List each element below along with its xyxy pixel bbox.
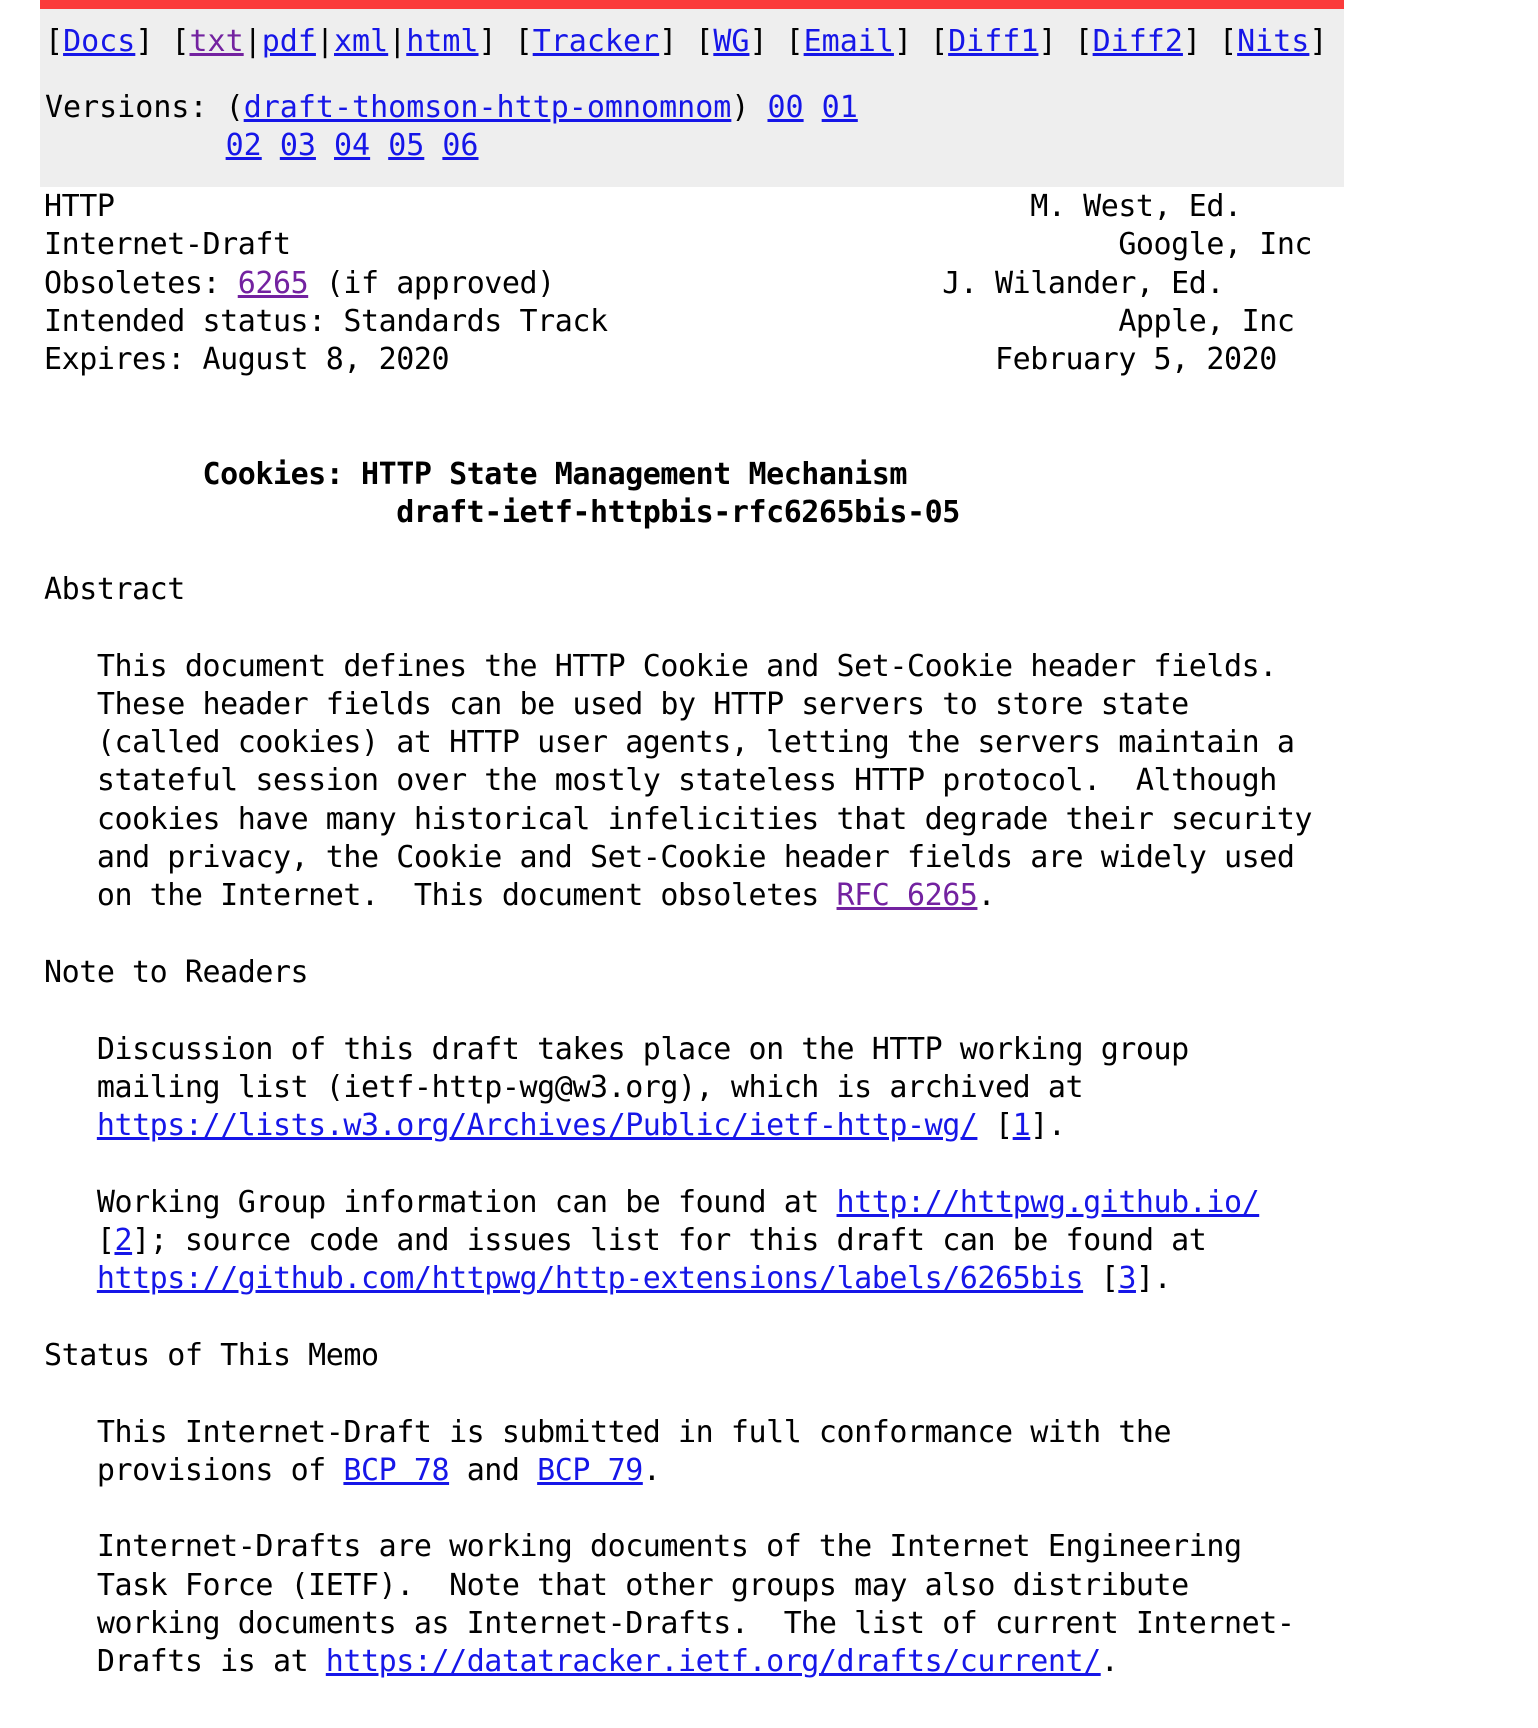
versions-label: Versions:	[45, 90, 208, 125]
format-toolbar: [Docs] [txt|pdf|xml|html] [Tracker] [WG]…	[40, 23, 1344, 61]
affiliation-1: Google, Inc	[1118, 227, 1313, 263]
note-to-readers-heading: Note to Readers	[44, 954, 309, 990]
tracker-link[interactable]: Tracker	[533, 24, 659, 59]
status-line: This Internet-Draft is submitted in full…	[96, 1414, 1172, 1450]
obsoletes-suffix: (if approved)	[308, 265, 555, 301]
rfc-6265-link[interactable]: RFC 6265	[837, 878, 978, 913]
author-2: J. Wilander, Ed.	[942, 265, 1225, 301]
header-row-1: HTTP M. West, Ed.	[44, 189, 1242, 224]
versions-row-2: 02 03 04 05 06	[40, 127, 1344, 165]
abstract-line: cookies have many historical infelicitie…	[96, 801, 1313, 837]
abstract-line: stateful session over the mostly statele…	[96, 763, 1277, 799]
bracket-open: [	[45, 24, 64, 59]
diff2-link[interactable]: Diff2	[1093, 24, 1183, 59]
ref-open: [	[977, 1108, 1013, 1144]
document-draft-name: draft-ietf-httpbis-rfc6265bis-05	[396, 495, 960, 531]
separator: |	[243, 24, 262, 59]
doc-type: Internet-Draft	[44, 227, 291, 263]
header-row-2: Internet-Draft Google, Inc	[44, 227, 1312, 262]
obsoletes-rfc-link[interactable]: 6265	[238, 266, 309, 301]
version-02-link[interactable]: 02	[226, 128, 262, 163]
separator: |	[388, 24, 407, 59]
abstract-line: and privacy, the Cookie and Set-Cookie h…	[96, 840, 1295, 876]
httpwg-github-link[interactable]: http://httpwg.github.io/	[837, 1185, 1260, 1220]
document-page: [Docs] [txt|pdf|xml|html] [Tracker] [WG]…	[0, 0, 1538, 1728]
separator: |	[315, 24, 334, 59]
bcp-78-link[interactable]: BCP 78	[343, 1453, 449, 1488]
base-draft-link[interactable]: draft-thomson-http-omnomnom	[244, 90, 732, 125]
status-line: provisions of	[96, 1452, 344, 1488]
html-link[interactable]: html	[406, 24, 478, 59]
version-00-link[interactable]: 00	[767, 90, 803, 125]
stream-name: HTTP	[44, 189, 115, 224]
github-issues-link[interactable]: https://github.com/httpwg/http-extension…	[97, 1261, 1084, 1296]
version-06-link[interactable]: 06	[442, 128, 478, 163]
nits-link[interactable]: Nits	[1237, 24, 1309, 59]
note-line: ]; source code and issues list for this …	[132, 1223, 1207, 1259]
affiliation-2: Apple, Inc	[1118, 303, 1295, 339]
header-row-5: Expires: August 8, 2020 February 5, 2020	[44, 342, 1277, 377]
reference-3-link[interactable]: 3	[1118, 1261, 1136, 1296]
email-link[interactable]: Email	[804, 24, 894, 59]
docs-link[interactable]: Docs	[63, 24, 135, 59]
reference-1-link[interactable]: 1	[1013, 1108, 1031, 1143]
txt-link[interactable]: txt	[190, 24, 244, 59]
bracket-close: ] [	[749, 24, 804, 59]
bracket-close: ] [	[1038, 24, 1093, 59]
reference-2-link[interactable]: 2	[114, 1223, 132, 1258]
datatracker-drafts-link[interactable]: https://datatracker.ietf.org/drafts/curr…	[326, 1644, 1101, 1679]
versions-row-1: Versions: (draft-thomson-http-omnomnom) …	[40, 89, 1344, 127]
version-04-link[interactable]: 04	[334, 128, 370, 163]
abstract-line: These header fields can be used by HTTP …	[96, 686, 1189, 722]
xml-link[interactable]: xml	[334, 24, 388, 59]
bracket-close: ] [	[135, 24, 190, 59]
intended-status: Intended status: Standards Track	[44, 303, 608, 339]
draft-date: February 5, 2020	[995, 342, 1277, 378]
expires: Expires: August 8, 2020	[44, 342, 450, 378]
paren-close: )	[731, 90, 750, 125]
status-line: Internet-Drafts are working documents of…	[96, 1529, 1242, 1565]
top-accent-bar	[40, 0, 1344, 9]
author-1: M. West, Ed.	[1030, 189, 1242, 224]
pdf-link[interactable]: pdf	[262, 24, 316, 59]
document-text: HTTP M. West, Ed. Internet-Draft Google,…	[44, 188, 1344, 1682]
abstract-line: (called cookies) at HTTP user agents, le…	[96, 725, 1295, 761]
status-of-memo-heading: Status of This Memo	[44, 1337, 379, 1373]
note-line: Working Group information can be found a…	[96, 1184, 837, 1220]
bracket-close: ] [	[893, 24, 949, 59]
version-03-link[interactable]: 03	[280, 128, 316, 163]
diff1-link[interactable]: Diff1	[948, 24, 1038, 59]
ref-open: [	[1083, 1261, 1119, 1297]
bcp-79-link[interactable]: BCP 79	[537, 1453, 643, 1488]
abstract-heading: Abstract	[44, 571, 185, 607]
status-line: Drafts is at	[96, 1644, 326, 1680]
status-tail: .	[1100, 1644, 1119, 1680]
wg-link[interactable]: WG	[713, 24, 749, 59]
version-05-link[interactable]: 05	[388, 128, 424, 163]
bracket-close: ]	[1309, 24, 1328, 59]
status-line: and	[449, 1452, 538, 1488]
paren-open: (	[225, 90, 244, 125]
abstract-line: This document defines the HTTP Cookie an…	[96, 648, 1277, 684]
bracket-close: ] [	[1182, 24, 1238, 59]
note-line: mailing list (ietf-http-wg@w3.org), whic…	[96, 1069, 1084, 1105]
ref-close: ].	[1135, 1261, 1172, 1297]
document-title: Cookies: HTTP State Management Mechanism	[202, 457, 908, 493]
bracket-close: ] [	[659, 24, 714, 59]
header-row-4: Intended status: Standards Track Apple, …	[44, 303, 1295, 339]
abstract-tail: .	[977, 878, 996, 914]
bracket-close: ] [	[478, 24, 533, 59]
status-line: working documents as Internet-Drafts. Th…	[96, 1605, 1295, 1641]
abstract-line: on the Internet. This document obsoletes	[96, 878, 837, 914]
status-line: Task Force (IETF). Note that other group…	[96, 1567, 1189, 1603]
header-row-3: Obsoletes: 6265 (if approved) J. Wilande…	[44, 266, 1224, 301]
mailing-list-archive-link[interactable]: https://lists.w3.org/Archives/Public/iet…	[97, 1108, 978, 1143]
status-tail: .	[642, 1452, 661, 1488]
note-line: Discussion of this draft takes place on …	[96, 1031, 1189, 1067]
obsoletes-label: Obsoletes:	[44, 265, 238, 301]
ref-close: ].	[1030, 1108, 1066, 1144]
document-nav-panel: [Docs] [txt|pdf|xml|html] [Tracker] [WG]…	[40, 9, 1344, 187]
version-01-link[interactable]: 01	[822, 90, 858, 125]
ref-open: [	[96, 1223, 115, 1259]
